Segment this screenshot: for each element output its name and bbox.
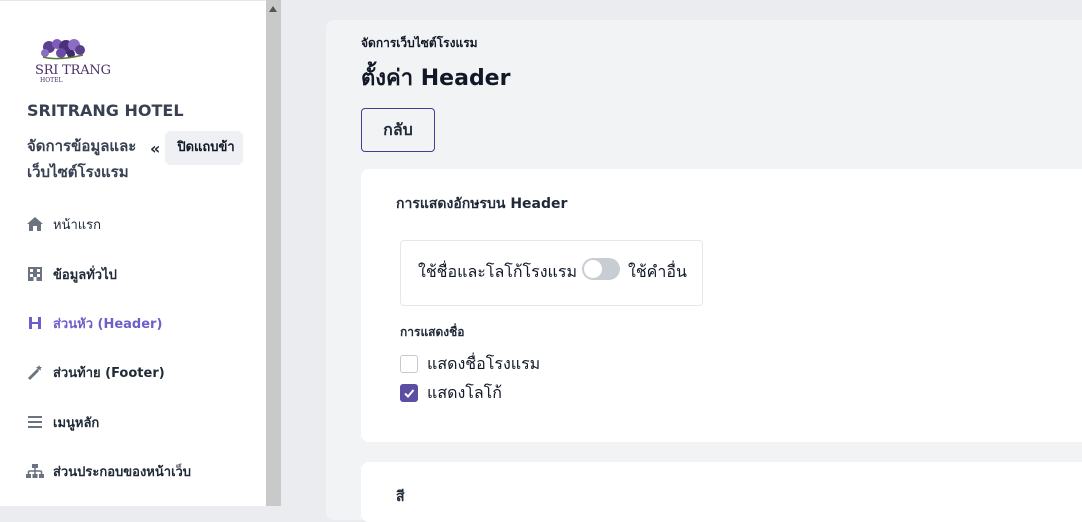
- logo-subtext: HOTEL: [40, 77, 63, 84]
- hotel-description: จัดการข้อมูลและเว็บไซต์โรงแรม: [27, 137, 137, 181]
- sidebar-item-label: ส่วนประกอบของหน้าเว็บ: [53, 464, 192, 480]
- heading-icon: [25, 314, 45, 332]
- collapse-sidebar-label: ปิดแถบข้า: [165, 131, 244, 165]
- header-text-section-title: การแสดงอักษรบน Header: [396, 196, 568, 212]
- magic-wand-icon: [25, 363, 45, 381]
- show-hotel-name-option[interactable]: แสดงชื่อโรงแรม: [400, 353, 540, 375]
- menu-icon: [25, 413, 45, 431]
- scroll-up-arrow-icon[interactable]: [269, 6, 277, 12]
- sidebar-item-label: ข้อมูลทั่วไป: [53, 267, 117, 283]
- checkbox-label: แสดงโลโก้: [427, 382, 502, 402]
- building-icon: [25, 265, 45, 283]
- color-section-title: สี: [396, 489, 405, 505]
- sidebar-item-label: เมนูหลัก: [53, 415, 100, 431]
- page-title: ตั้งค่า Header: [361, 66, 511, 91]
- show-hotel-name-checkbox[interactable]: [400, 355, 418, 373]
- sidebar-item-label: ส่วนท้าย (Footer): [53, 365, 165, 381]
- sidebar-scrollbar[interactable]: [266, 0, 281, 506]
- checkmark-icon: [404, 389, 415, 398]
- sidebar-item-label: หน้าแรก: [53, 217, 101, 233]
- sidebar-item-footer[interactable]: ส่วนท้าย (Footer): [25, 361, 165, 383]
- sidebar-item-main-menu[interactable]: เมนูหลัก: [25, 411, 99, 433]
- sidebar-item-header[interactable]: ส่วนหัว (Header): [25, 312, 162, 334]
- checkbox-label: แสดงชื่อโรงแรม: [427, 353, 541, 373]
- hotel-name: SRITRANG HOTEL: [27, 101, 184, 120]
- back-button[interactable]: กลับ: [361, 108, 435, 152]
- color-panel: [361, 462, 1082, 522]
- collapse-sidebar-button[interactable]: « ปิดแถบข้า: [150, 130, 244, 166]
- toggle-option-hotel-name-logo: ใช้ชื่อและโลโก้โรงแรม: [418, 262, 577, 281]
- home-icon: [25, 215, 45, 233]
- sitemap-icon: [25, 462, 45, 480]
- sidebar-item-home[interactable]: หน้าแรก: [25, 213, 101, 235]
- name-display-label: การแสดงชื่อ: [400, 325, 465, 339]
- breadcrumb: จัดการเว็บไซต์โรงแรม: [361, 36, 478, 50]
- sidebar-item-general-info[interactable]: ข้อมูลทั่วไป: [25, 263, 117, 285]
- sidebar: SRI TRANG HOTEL SRITRANG HOTEL จัดการข้อ…: [0, 0, 266, 506]
- show-logo-checkbox[interactable]: [400, 384, 418, 402]
- sidebar-item-page-components[interactable]: ส่วนประกอบของหน้าเว็บ: [25, 460, 191, 482]
- toggle-option-custom-text: ใช้คำอื่น: [628, 262, 687, 281]
- show-logo-option[interactable]: แสดงโลโก้: [400, 382, 502, 404]
- toggle-knob: [584, 260, 602, 278]
- name-mode-toggle[interactable]: [582, 258, 620, 280]
- sidebar-item-label: ส่วนหัว (Header): [53, 316, 163, 332]
- double-chevron-left-icon: «: [150, 138, 161, 158]
- logo-text: SRI TRANG: [35, 63, 111, 78]
